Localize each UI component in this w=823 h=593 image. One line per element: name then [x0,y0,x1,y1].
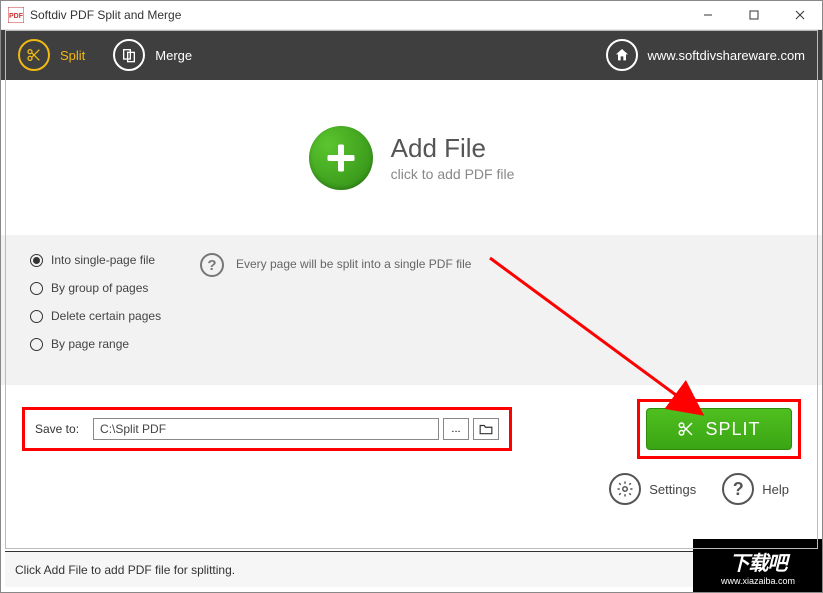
footer-actions: Settings ? Help [0,467,823,505]
home-icon [606,39,638,71]
split-button[interactable]: SPLIT [646,408,792,450]
question-icon: ? [200,253,224,277]
status-text: Click Add File to add PDF file for split… [15,563,235,577]
radio-icon [30,282,43,295]
add-file-button[interactable]: Add File click to add PDF file [309,126,515,190]
close-button[interactable] [777,0,823,30]
save-to-label: Save to: [35,422,79,436]
website-label: www.softdivshareware.com [648,48,806,63]
radio-label: Delete certain pages [51,309,161,323]
tab-split-label: Split [60,48,85,63]
settings-label: Settings [649,482,696,497]
radio-icon [30,338,43,351]
radio-delete-pages[interactable]: Delete certain pages [30,309,200,323]
website-link[interactable]: www.softdivshareware.com [606,39,806,71]
radio-label: By page range [51,337,129,351]
watermark-text: 下载吧 [730,547,787,576]
open-folder-button[interactable] [473,418,499,440]
radio-icon [30,310,43,323]
radio-single-page[interactable]: Into single-page file [30,253,200,267]
option-description: Every page will be split into a single P… [236,253,471,271]
radio-page-range[interactable]: By page range [30,337,200,351]
window-title: Softdiv PDF Split and Merge [30,8,181,22]
main-toolbar: Split Merge www.softdivshareware.com [0,30,823,80]
title-bar: PDF Softdiv PDF Split and Merge [0,0,823,30]
folder-icon [479,423,493,435]
scissors-icon [677,420,695,438]
settings-button[interactable]: Settings [609,473,696,505]
plus-icon [309,126,373,190]
help-button[interactable]: ? Help [722,473,789,505]
split-options-panel: Into single-page file By group of pages … [0,235,823,385]
add-file-sub: click to add PDF file [391,166,515,182]
gear-icon [609,473,641,505]
split-button-label: SPLIT [705,419,760,440]
watermark: 下载吧 www.xiazaiba.com [693,539,823,593]
merge-icon [113,39,145,71]
svg-text:PDF: PDF [9,13,24,20]
tab-merge-label: Merge [155,48,192,63]
add-file-area: Add File click to add PDF file [0,80,823,235]
window-controls [685,0,823,30]
tab-merge[interactable]: Merge [113,39,192,71]
minimize-button[interactable] [685,0,731,30]
browse-ellipsis-button[interactable]: ... [443,418,469,440]
tab-split[interactable]: Split [18,39,85,71]
radio-group-pages[interactable]: By group of pages [30,281,200,295]
save-row: Save to: ... SPLIT [0,385,823,467]
radio-label: By group of pages [51,281,148,295]
app-icon: PDF [8,7,24,23]
save-path-input[interactable] [93,418,439,440]
watermark-url: www.xiazaiba.com [721,576,795,586]
split-button-highlight: SPLIT [637,399,801,459]
radio-icon [30,254,43,267]
scissors-icon [18,39,50,71]
save-to-highlight: Save to: ... [22,407,512,451]
question-icon: ? [722,473,754,505]
maximize-button[interactable] [731,0,777,30]
radio-label: Into single-page file [51,253,155,267]
add-file-heading: Add File [391,133,515,164]
help-label: Help [762,482,789,497]
